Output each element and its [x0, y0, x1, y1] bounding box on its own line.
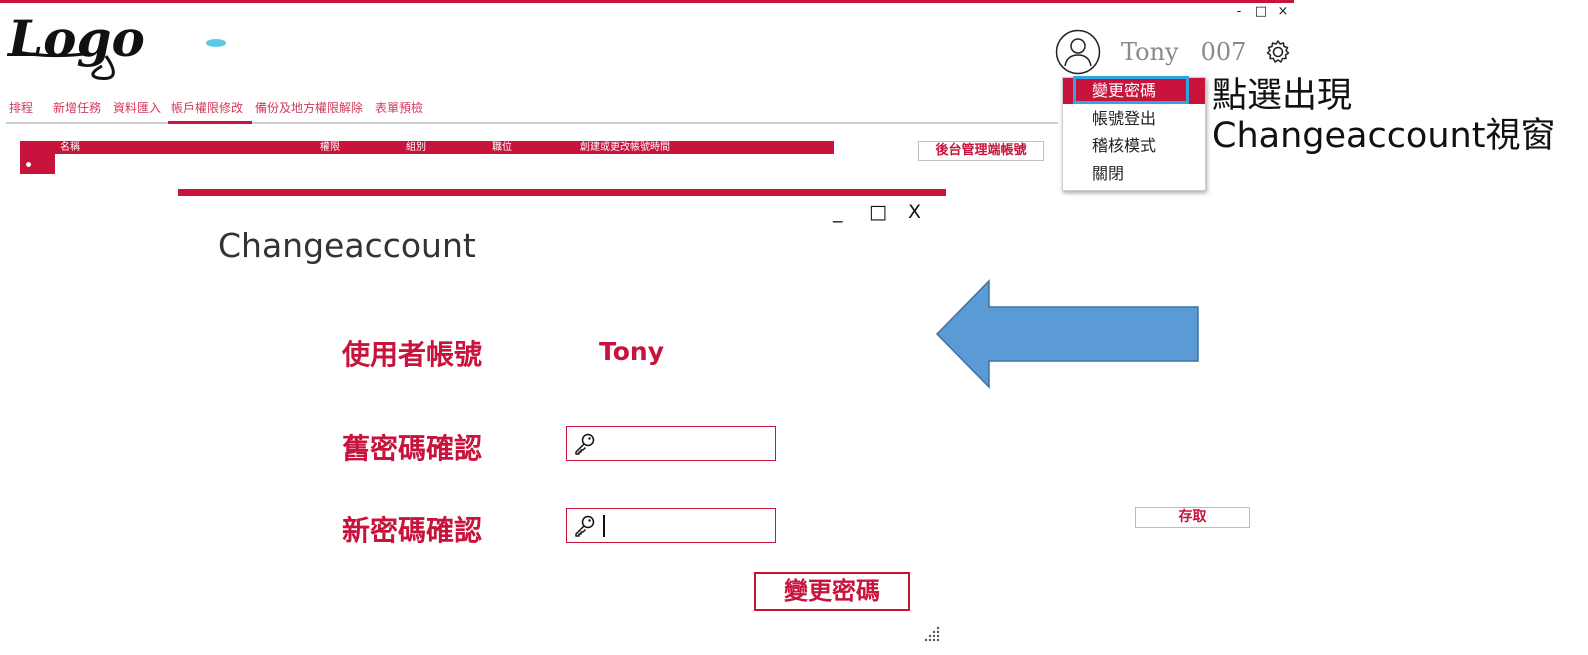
tab-account-permissions[interactable]: 帳戶權限修改 [171, 100, 255, 122]
key-icon [575, 515, 595, 537]
column-header-time[interactable]: 創建或更改帳號時間 [580, 141, 670, 154]
row-radio-icon[interactable] [25, 161, 32, 168]
tab-form-preview[interactable]: 表單預檢 [375, 100, 435, 122]
old-password-field[interactable] [566, 426, 776, 461]
app-minimize-button[interactable]: - [1228, 5, 1250, 18]
menu-item-logout[interactable]: 帳號登出 [1063, 106, 1205, 132]
column-header-name[interactable]: 名稱 [60, 141, 80, 154]
main-nav-tabs: 排程 新增任務 資料匯入 帳戶權限修改 備份及地方權限解除 表單預檢 [9, 100, 435, 122]
column-header-group[interactable]: 組別 [406, 141, 426, 154]
annotation-line-2: Changeaccount視窗 [1212, 116, 1556, 156]
dialog-title: Changeaccount [218, 226, 476, 265]
user-dropdown-menu: 變更密碼 帳號登出 稽核模式 關閉 [1062, 76, 1206, 191]
text-caret [603, 514, 605, 537]
column-header-permission[interactable]: 權限 [320, 141, 340, 154]
svg-text:Logo: Logo [6, 12, 145, 68]
user-account-label: 使用者帳號 [342, 338, 483, 371]
new-password-label: 新密碼確認 [342, 514, 483, 547]
admin-accounts-button[interactable]: 後台管理端帳號 [918, 141, 1044, 161]
tab-schedule[interactable]: 排程 [9, 100, 53, 122]
dialog-minimize-button[interactable]: _ [833, 201, 843, 223]
new-password-field[interactable] [566, 508, 776, 543]
menu-item-close[interactable]: 關閉 [1063, 161, 1205, 187]
user-menu-trigger[interactable]: Tony 007 [1055, 26, 1292, 78]
menu-item-change-password[interactable]: 變更密碼 [1063, 76, 1205, 104]
left-arrow-icon [935, 279, 1199, 389]
nav-divider [6, 122, 1058, 124]
active-tab-indicator [168, 121, 252, 124]
column-header-position[interactable]: 職位 [492, 141, 512, 154]
menu-item-audit-mode[interactable]: 稽核模式 [1063, 133, 1205, 159]
tab-new-task[interactable]: 新增任務 [53, 100, 113, 122]
resize-grip-icon[interactable] [922, 624, 942, 642]
app-logo: Logo [6, 9, 231, 82]
dialog-close-button[interactable]: X [908, 201, 921, 223]
account-table-header: 名稱 權限 組別 職位 創建或更改帳號時間 [20, 141, 834, 154]
save-button[interactable]: 存取 [1135, 507, 1250, 528]
user-account-value: Tony [599, 337, 665, 366]
top-accent-bar [0, 0, 1294, 3]
user-id: 007 [1200, 38, 1247, 66]
user-name: Tony [1121, 38, 1179, 66]
app-maximize-button[interactable]: □ [1250, 5, 1272, 18]
key-icon [575, 433, 595, 455]
dialog-title-bar [178, 189, 946, 196]
user-avatar-icon [1055, 29, 1101, 75]
tab-backup-permissions[interactable]: 備份及地方權限解除 [255, 100, 375, 122]
annotation-line-1: 點選出現 [1212, 76, 1353, 116]
annotation-note: 點選出現 Changeaccount視窗 [1212, 76, 1555, 156]
app-close-button[interactable]: × [1272, 5, 1294, 18]
gear-icon[interactable] [1264, 38, 1292, 66]
dialog-maximize-button[interactable]: □ [869, 201, 887, 223]
app-window-controls: - □ × [1228, 5, 1294, 18]
selection-highlight [1073, 76, 1189, 104]
change-password-button[interactable]: 變更密碼 [754, 572, 910, 611]
old-password-label: 舊密碼確認 [342, 432, 483, 465]
tab-data-import[interactable]: 資料匯入 [113, 100, 171, 122]
